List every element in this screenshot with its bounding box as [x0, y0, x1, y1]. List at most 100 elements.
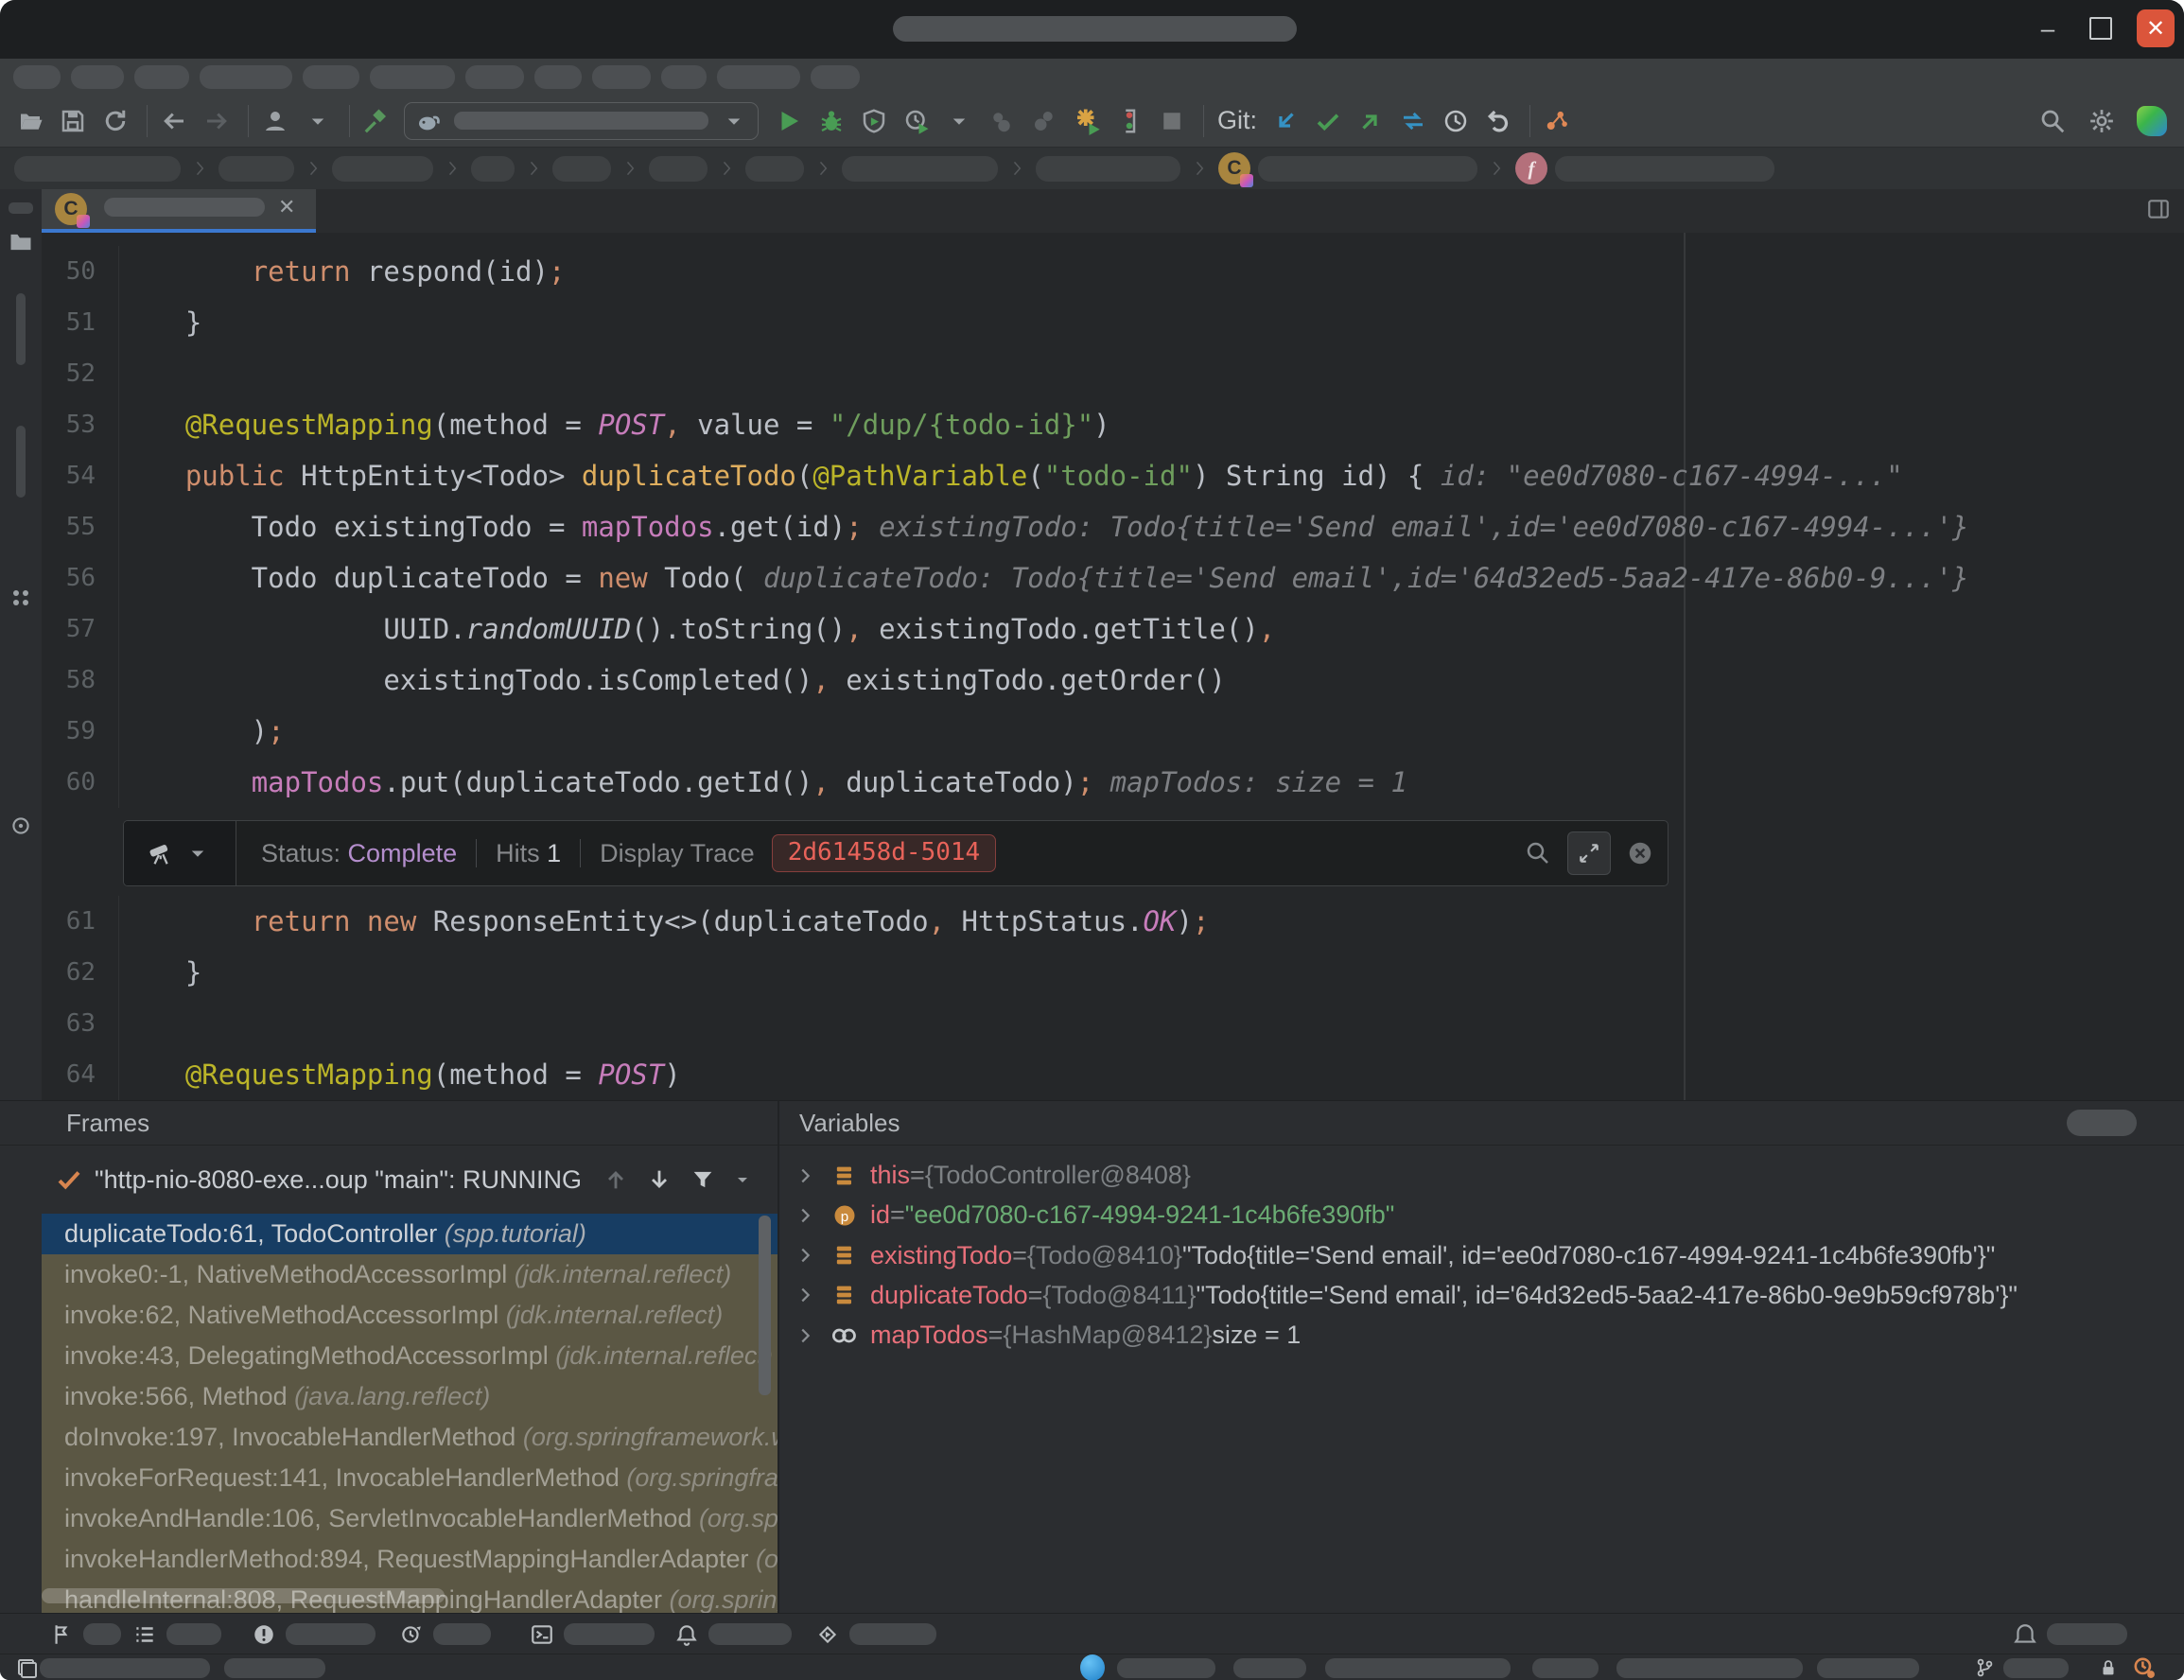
filter-funnel-icon[interactable] — [690, 1166, 716, 1193]
frame-row[interactable]: doInvoke:197, InvocableHandlerMethod (or… — [42, 1417, 778, 1458]
branch-icon[interactable] — [1973, 1654, 1996, 1680]
stripe-bar[interactable] — [16, 293, 26, 365]
search-small-icon[interactable] — [1524, 839, 1552, 867]
status-item-redacted[interactable] — [1325, 1654, 1511, 1680]
profile-orange-icon[interactable] — [1542, 106, 1572, 136]
menu-item-redacted-11[interactable] — [811, 65, 860, 89]
services-icon[interactable] — [1072, 106, 1102, 136]
stripe-bar-2[interactable] — [16, 426, 26, 498]
editor-tab[interactable]: C ✕ — [42, 189, 316, 233]
commit-dots-icon[interactable] — [0, 586, 42, 609]
menu-item-redacted-3[interactable] — [200, 65, 292, 89]
variable-row[interactable]: existingTodo = {Todo@8410} "Todo{title='… — [779, 1235, 2184, 1276]
variable-row[interactable]: this = {TodoController@8408} — [779, 1155, 2184, 1196]
trace-expand-button[interactable] — [1567, 831, 1611, 875]
breadcrumb-class-redacted[interactable] — [1258, 156, 1477, 182]
expand-chevron-icon[interactable] — [795, 1205, 815, 1226]
minimize-button[interactable]: – — [2031, 14, 2065, 44]
menu-item-redacted-2[interactable] — [134, 65, 189, 89]
rollback-icon[interactable] — [1483, 106, 1513, 136]
attach-dim-icon[interactable] — [987, 106, 1017, 136]
forward-icon[interactable] — [201, 106, 232, 136]
expand-chevron-icon[interactable] — [795, 1245, 815, 1266]
debug-tab[interactable] — [49, 1614, 121, 1654]
status-item-redacted[interactable] — [224, 1654, 325, 1680]
frames-horizontal-scrollbar[interactable] — [42, 1588, 445, 1603]
debug-tab[interactable] — [815, 1614, 936, 1654]
breadcrumb-item-redacted-7[interactable] — [842, 156, 998, 182]
debug-tab[interactable] — [399, 1614, 491, 1654]
code-editor[interactable]: 50 return respond(id);51 }5253 @RequestM… — [42, 233, 2184, 1100]
trace-close-icon[interactable] — [1626, 839, 1654, 867]
debug-icon[interactable] — [816, 106, 847, 136]
search-icon[interactable] — [2038, 107, 2067, 135]
status-item-redacted[interactable] — [1532, 1654, 1599, 1680]
variable-row[interactable]: duplicateTodo = {Todo@8411} "Todo{title=… — [779, 1275, 2184, 1316]
menu-item-redacted-9[interactable] — [661, 65, 707, 89]
frame-row[interactable]: duplicateTodo:61, TodoController (spp.tu… — [42, 1214, 778, 1254]
lock-icon[interactable] — [2098, 1654, 2119, 1680]
status-item-redacted[interactable] — [1233, 1654, 1306, 1680]
menu-item-redacted-7[interactable] — [534, 65, 582, 89]
breadcrumb-item-redacted-3[interactable] — [471, 156, 515, 182]
variable-row[interactable]: pid = "ee0d7080-c167-4994-9241-1c4b6fe39… — [779, 1195, 2184, 1235]
menu-item-redacted-4[interactable] — [303, 65, 359, 89]
frame-row[interactable]: invoke:62, NativeMethodAccessorImpl (jdk… — [42, 1295, 778, 1336]
structure-target-icon[interactable] — [0, 814, 42, 838]
breadcrumb-item-redacted-1[interactable] — [218, 156, 294, 182]
frame-row[interactable]: invoke:43, DelegatingMethodAccessorImpl … — [42, 1336, 778, 1376]
power-save-icon[interactable] — [2132, 1654, 2157, 1680]
thread-dropdown-caret-icon[interactable] — [731, 1168, 754, 1191]
git-update-icon[interactable] — [1270, 106, 1301, 136]
history-icon[interactable] — [1441, 106, 1471, 136]
coverage-icon[interactable] — [859, 106, 889, 136]
editor-layout-icon[interactable] — [2146, 197, 2171, 226]
breadcrumb-item-redacted-2[interactable] — [332, 156, 433, 182]
breadcrumb-item-redacted-5[interactable] — [649, 156, 708, 182]
thread-selector[interactable]: "http-nio-8080-exe...oup "main": RUNNING — [42, 1153, 778, 1206]
breadcrumb-item-redacted-0[interactable] — [14, 156, 181, 182]
project-folder-icon[interactable] — [0, 229, 42, 255]
frame-row[interactable]: invoke:566, Method (java.lang.reflect) — [42, 1376, 778, 1417]
variables-header-pill[interactable] — [2067, 1110, 2137, 1136]
attach2-dim-icon[interactable] — [1029, 106, 1059, 136]
tab-close-icon[interactable]: ✕ — [278, 195, 295, 219]
sync-icon[interactable] — [100, 106, 131, 136]
breadcrumb-item-redacted-8[interactable] — [1036, 156, 1180, 182]
trace-bar-tool[interactable] — [124, 821, 236, 885]
breadcrumb-item-redacted-4[interactable] — [552, 156, 611, 182]
caret-down-icon[interactable] — [720, 107, 748, 135]
debug-tabs-right[interactable] — [2013, 1614, 2127, 1654]
run-configuration-combo[interactable] — [404, 102, 759, 140]
frame-row[interactable]: invokeAndHandle:106, ServletInvocableHan… — [42, 1498, 778, 1539]
debug-tab[interactable] — [252, 1614, 376, 1654]
settings-gear-icon[interactable] — [2088, 107, 2116, 135]
frame-row[interactable]: invokeHandlerMethod:894, RequestMappingH… — [42, 1539, 778, 1580]
remote-bug-icon[interactable] — [1114, 106, 1144, 136]
ide-logo-icon[interactable] — [2137, 106, 2167, 136]
frames-vertical-scrollbar[interactable] — [759, 1216, 771, 1395]
frame-down-icon[interactable] — [646, 1166, 673, 1193]
close-button[interactable]: ✕ — [2137, 9, 2175, 47]
caret-down-icon[interactable] — [303, 106, 333, 136]
back-icon[interactable] — [159, 106, 189, 136]
user-icon[interactable] — [260, 106, 290, 136]
status-item-redacted[interactable] — [40, 1654, 210, 1680]
frame-row[interactable]: invoke0:-1, NativeMethodAccessorImpl (jd… — [42, 1254, 778, 1295]
expand-chevron-icon[interactable] — [795, 1325, 815, 1346]
breadcrumb-item-redacted-6[interactable] — [745, 156, 804, 182]
git-push-icon[interactable] — [1355, 106, 1386, 136]
git-commit-icon[interactable] — [1313, 106, 1343, 136]
status-item-redacted[interactable] — [1117, 1654, 1215, 1680]
status-item-redacted[interactable] — [1616, 1654, 1803, 1680]
frame-row[interactable]: invokeForRequest:141, InvocableHandlerMe… — [42, 1458, 778, 1498]
menu-item-redacted-6[interactable] — [465, 65, 524, 89]
run-icon[interactable] — [774, 106, 804, 136]
frame-up-icon[interactable] — [603, 1166, 629, 1193]
stripe-handle[interactable] — [9, 202, 33, 214]
variable-row[interactable]: mapTodos = {HashMap@8412} size = 1 — [779, 1315, 2184, 1356]
notification-bell-icon[interactable] — [2013, 1622, 2037, 1647]
profiler-icon[interactable] — [901, 106, 932, 136]
caret-down-icon[interactable] — [944, 106, 974, 136]
git-merge-icon[interactable] — [1398, 106, 1428, 136]
